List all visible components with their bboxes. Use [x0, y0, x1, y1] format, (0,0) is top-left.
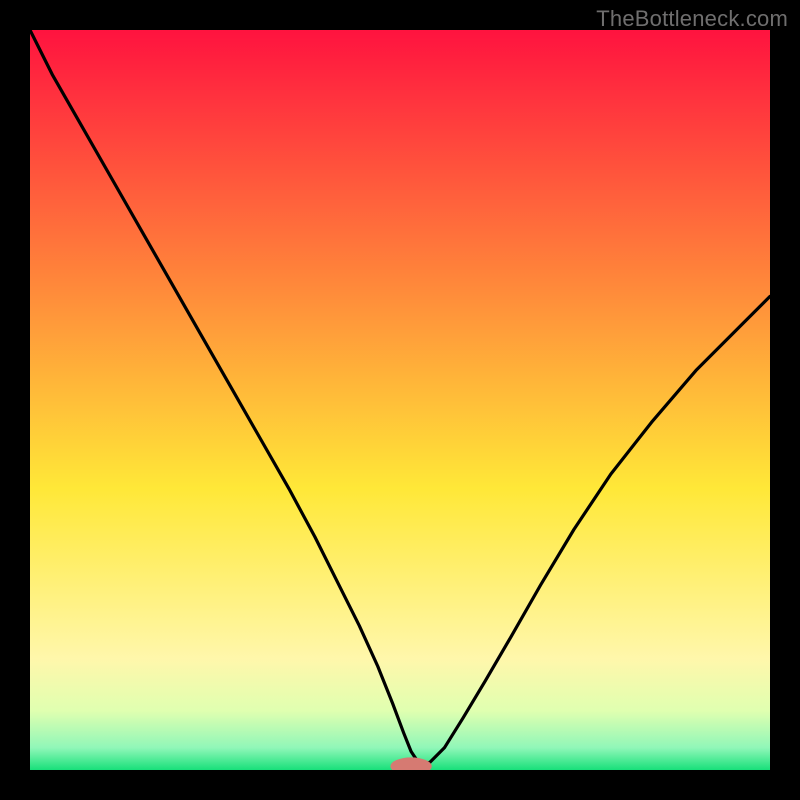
watermark-text: TheBottleneck.com	[596, 6, 788, 32]
chart-svg	[30, 30, 770, 770]
plot-area	[30, 30, 770, 770]
chart-frame: TheBottleneck.com	[0, 0, 800, 800]
gradient-background	[30, 30, 770, 770]
